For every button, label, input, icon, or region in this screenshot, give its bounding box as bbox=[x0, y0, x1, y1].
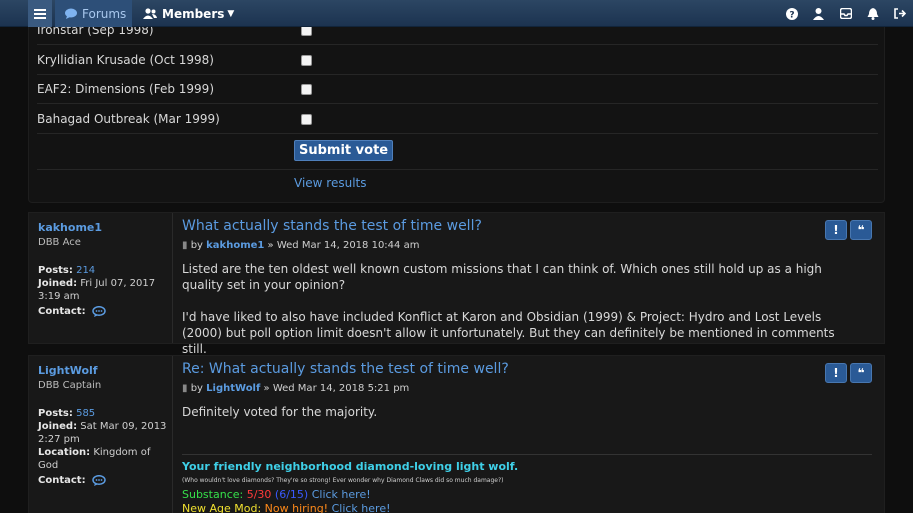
post-date: » Wed Mar 14, 2018 10:44 am bbox=[267, 240, 420, 251]
profile-location: Location: Kingdom of God bbox=[38, 447, 151, 471]
page: { "nav": { "forums_label": "Forums", "me… bbox=[0, 0, 913, 513]
post-date: » Wed Mar 14, 2018 5:21 pm bbox=[263, 383, 410, 394]
poll-option-row: Kryllidian Krusade (Oct 1998) bbox=[37, 45, 878, 75]
signature-divider bbox=[182, 454, 872, 455]
top-navbar: Forums Members ▼ ? bbox=[0, 0, 913, 27]
post-paragraph: Listed are the ten oldest well known cus… bbox=[182, 262, 822, 292]
bell-icon[interactable] bbox=[859, 0, 886, 27]
report-button[interactable]: ! bbox=[825, 220, 847, 240]
post-content: Definitely voted for the majority. bbox=[182, 404, 862, 420]
profile-posts-count[interactable]: 214 bbox=[76, 265, 95, 276]
logout-icon[interactable] bbox=[886, 0, 913, 27]
exclamation-icon: ! bbox=[833, 366, 839, 380]
profile-posts: Posts: 214 bbox=[38, 265, 96, 276]
chevron-down-icon: ▼ bbox=[227, 8, 235, 19]
contact-icon[interactable] bbox=[92, 305, 106, 317]
quote-icon: ❝ bbox=[857, 366, 865, 380]
poll-option-row: EAF2: Dimensions (Feb 1999) bbox=[37, 74, 878, 104]
post-paragraph: I'd have liked to also have included Kon… bbox=[182, 310, 835, 356]
post-meta: ▮ by LightWolf » Wed Mar 14, 2018 5:21 p… bbox=[182, 383, 410, 394]
signature-substance: Substance: 5/30 (6/15) Click here! bbox=[182, 488, 371, 501]
profile-posts-count[interactable]: 585 bbox=[76, 408, 95, 419]
post-author[interactable]: kakhome1 bbox=[206, 240, 264, 251]
poll-option-label: EAF2: Dimensions (Feb 1999) bbox=[37, 82, 214, 96]
post-meta: ▮ by kakhome1 » Wed Mar 14, 2018 10:44 a… bbox=[182, 240, 420, 251]
post-actions: ! ❝ bbox=[825, 363, 872, 383]
poll-option-label: Bahagad Outbreak (Mar 1999) bbox=[37, 112, 220, 126]
signature-newage: New Age Mod: Now hiring! Click here! bbox=[182, 502, 391, 513]
post: LightWolf DBB Captain Posts: 585 Joined:… bbox=[28, 355, 885, 513]
view-results-link[interactable]: View results bbox=[294, 176, 367, 190]
tab-forums[interactable]: Forums bbox=[55, 0, 132, 27]
users-icon bbox=[143, 8, 157, 19]
signature-line: Your friendly neighborhood diamond-lovin… bbox=[182, 460, 519, 473]
profile-username[interactable]: kakhome1 bbox=[38, 221, 172, 234]
svg-text:?: ? bbox=[789, 10, 794, 20]
post-author[interactable]: LightWolf bbox=[206, 383, 260, 394]
user-icon[interactable] bbox=[805, 0, 832, 27]
post-paragraph: Definitely voted for the majority. bbox=[182, 405, 378, 419]
exclamation-icon: ! bbox=[833, 223, 839, 237]
report-button[interactable]: ! bbox=[825, 363, 847, 383]
quote-button[interactable]: ❝ bbox=[850, 220, 872, 240]
hamburger-icon bbox=[34, 8, 46, 19]
profile-rank: DBB Captain bbox=[38, 380, 102, 391]
post-actions: ! ❝ bbox=[825, 220, 872, 240]
signature-small-line: (Who wouldn't love diamonds? They're so … bbox=[182, 477, 504, 484]
profile-username[interactable]: LightWolf bbox=[38, 364, 172, 377]
signature: Your friendly neighborhood diamond-lovin… bbox=[182, 460, 518, 513]
profile-joined: Joined: Sat Mar 09, 2013 2:27 pm bbox=[38, 421, 167, 445]
post-profile: kakhome1 DBB Ace Posts: 214 Joined: Fri … bbox=[29, 213, 173, 343]
contact-icon[interactable] bbox=[92, 474, 106, 486]
profile-contact: Contact: bbox=[38, 305, 172, 318]
post-profile: LightWolf DBB Captain Posts: 585 Joined:… bbox=[29, 356, 173, 513]
quote-icon: ❝ bbox=[857, 223, 865, 237]
poll-option-label: Kryllidian Krusade (Oct 1998) bbox=[37, 53, 214, 67]
tab-members-label: Members bbox=[162, 6, 225, 21]
post-title[interactable]: What actually stands the test of time we… bbox=[182, 218, 482, 234]
profile-posts: Posts: 585 bbox=[38, 408, 96, 419]
post: kakhome1 DBB Ace Posts: 214 Joined: Fri … bbox=[28, 212, 885, 356]
profile-rank: DBB Ace bbox=[38, 237, 81, 248]
poll-option-checkbox[interactable] bbox=[301, 55, 312, 66]
substance-link[interactable]: Click here! bbox=[312, 488, 371, 501]
poll-panel: Ironstar (Sep 1998) Kryllidian Krusade (… bbox=[28, 0, 885, 203]
poll-option-checkbox[interactable] bbox=[301, 84, 312, 95]
profile-contact: Contact: bbox=[38, 474, 172, 487]
comment-icon bbox=[65, 8, 77, 19]
newage-link[interactable]: Click here! bbox=[332, 502, 391, 513]
poll-option-checkbox[interactable] bbox=[301, 114, 312, 125]
post-title[interactable]: Re: What actually stands the test of tim… bbox=[182, 361, 509, 377]
menu-button[interactable] bbox=[28, 0, 52, 27]
tab-forums-label: Forums bbox=[82, 6, 127, 21]
submit-vote-button[interactable]: Submit vote bbox=[294, 140, 394, 161]
profile-joined: Joined: Fri Jul 07, 2017 3:19 am bbox=[38, 278, 156, 302]
quote-button[interactable]: ❝ bbox=[850, 363, 872, 383]
inbox-icon[interactable] bbox=[832, 0, 859, 27]
poll-option-row: Bahagad Outbreak (Mar 1999) bbox=[37, 104, 878, 134]
nav-right-icons: ? bbox=[778, 0, 913, 27]
tab-members[interactable]: Members ▼ bbox=[138, 0, 234, 27]
post-content: Listed are the ten oldest well known cus… bbox=[182, 261, 862, 357]
poll-submit-row bbox=[37, 134, 878, 170]
post-file-icon[interactable]: ▮ bbox=[182, 383, 188, 394]
help-icon[interactable]: ? bbox=[778, 0, 805, 27]
post-file-icon[interactable]: ▮ bbox=[182, 240, 188, 251]
